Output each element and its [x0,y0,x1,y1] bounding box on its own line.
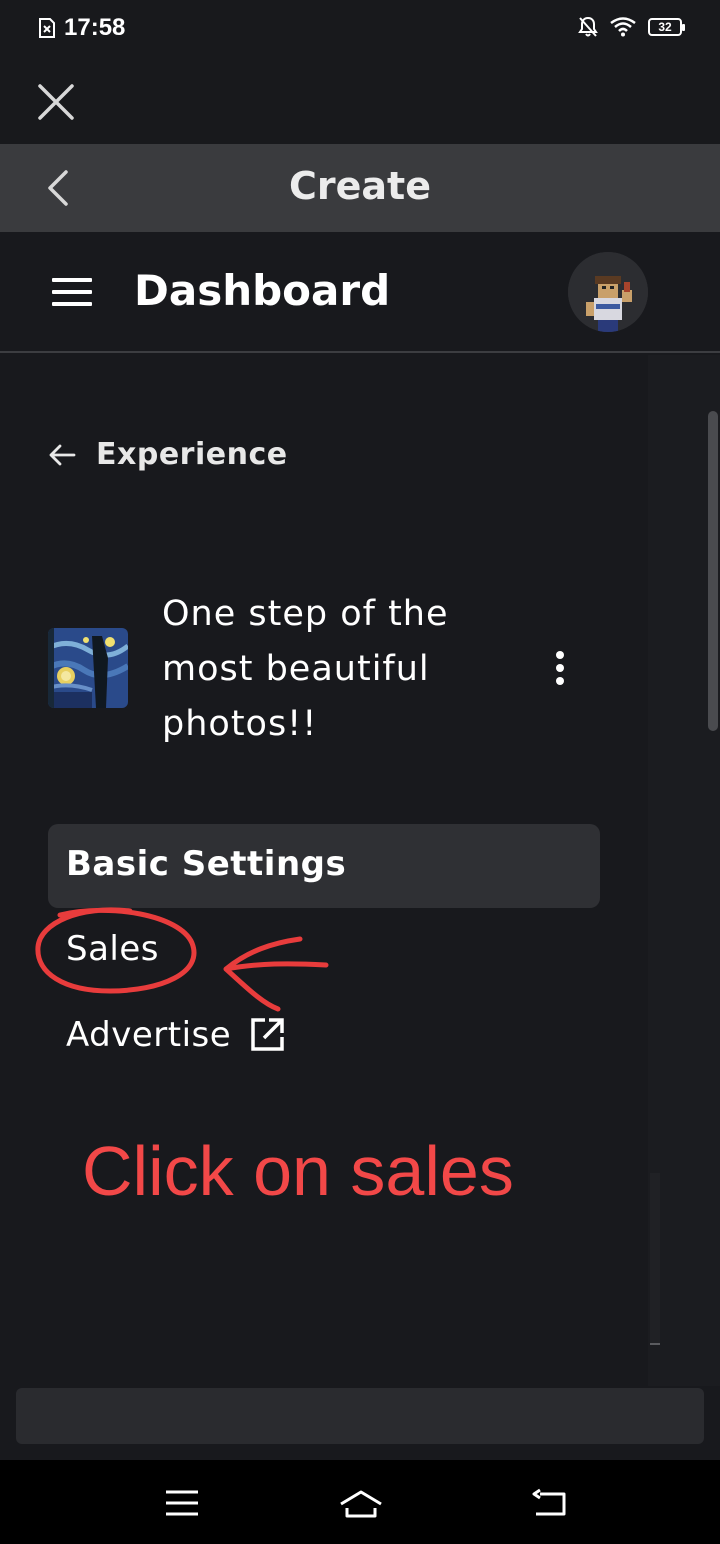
avatar-image-icon [568,252,648,332]
annotation-text: Click on sales [82,1132,514,1210]
create-header: Create [0,144,720,232]
menu-item-label: Basic Settings [66,844,347,884]
notifications-off-icon [578,16,598,37]
menu-icon[interactable] [52,278,92,308]
dashboard-header: Dashboard [0,232,720,353]
status-bar: 17:58 32 [0,0,720,56]
system-nav-bar [0,1460,720,1544]
home-icon[interactable] [338,1486,384,1520]
annotation-arrow [223,936,329,1012]
more-options-icon[interactable] [549,651,571,691]
menu-item-label: Advertise [66,1015,232,1055]
wifi-icon [610,17,636,37]
scrollbar[interactable] [708,411,718,731]
back-icon[interactable] [530,1486,570,1520]
status-time: 17:58 [64,14,126,41]
back-experience-label: Experience [96,437,288,472]
page-title: Create [289,164,431,208]
experience-title: One step of the most beautiful photos!! [162,594,449,744]
status-icons: 32 [578,16,685,38]
battery-icon: 32 [648,18,685,36]
close-row [0,56,720,144]
arrow-left-icon [49,444,76,465]
menu-item-sales[interactable]: Sales [66,929,159,969]
starry-night-thumbnail-icon [48,628,128,708]
avatar[interactable] [568,252,648,332]
external-link-icon [251,1018,284,1051]
close-icon[interactable] [36,82,76,122]
content-area: Experience One step of the most beautifu… [0,355,720,1386]
back-to-experience[interactable]: Experience [48,437,288,472]
screen: 17:58 32 Create Dashboard Experience One… [0,0,720,1544]
menu-item-basic-settings[interactable]: Basic Settings [48,824,600,908]
sim-alert-icon [39,18,55,38]
battery-level: 32 [658,20,672,34]
inner-scrollbar[interactable] [650,1173,660,1345]
menu-item-advertise[interactable]: Advertise [66,1015,285,1055]
dashboard-title: Dashboard [134,266,391,315]
bottom-bar[interactable] [16,1388,704,1444]
recent-apps-icon[interactable] [162,1486,202,1520]
experience-thumbnail [48,628,128,708]
